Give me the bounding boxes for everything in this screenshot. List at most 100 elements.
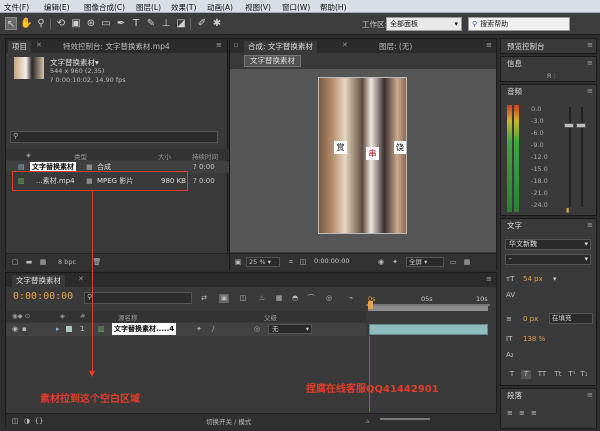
col-header-type[interactable]: 类型 <box>74 151 87 161</box>
bit-depth-label[interactable]: 8 bpc <box>58 258 76 266</box>
eyedropper-icon[interactable]: ▾ <box>553 275 557 283</box>
tab-audio[interactable]: 音频 <box>503 86 526 98</box>
eraser-tool-icon[interactable]: ◪ <box>175 17 187 30</box>
roto-brush-tool-icon[interactable]: ✐ <box>196 17 208 30</box>
menu-effect[interactable]: 效果(T) <box>171 2 196 13</box>
frame-blending-icon[interactable]: ▦ <box>274 294 284 303</box>
table-row[interactable]: ◉ ▪ ▸ 1 ▥ 文字替换素材.....4 ✦ / ◎ 无 ▾ <box>6 323 366 336</box>
font-style-select[interactable]: - ▾ <box>505 254 591 265</box>
camera-tool-icon[interactable]: ▣ <box>70 17 82 30</box>
pan-behind-tool-icon[interactable]: ⊛ <box>85 17 97 30</box>
tab-effect-controls[interactable]: 特效控制台: 文字替换素材.mp4 <box>59 41 174 53</box>
current-time-indicator[interactable] <box>369 336 370 412</box>
panel-menu-icon[interactable]: ≡ <box>587 221 593 229</box>
lock-icon[interactable]: ▫ <box>234 41 239 49</box>
label-swatch-icon[interactable] <box>66 326 72 332</box>
font-family-select[interactable]: 华文新魏 ▾ <box>505 239 591 250</box>
zoom-tool-icon[interactable]: ⚲ <box>35 17 47 30</box>
close-icon[interactable]: ✕ <box>342 41 348 49</box>
tab-layer[interactable]: 图层: (无) <box>375 41 416 53</box>
tab-composition[interactable]: 合成: 文字替换素材 <box>244 41 317 53</box>
expand-layer-icon[interactable]: ▸ <box>56 325 60 333</box>
rotate-tool-icon[interactable]: ⟲ <box>55 17 67 30</box>
text-tool-icon[interactable]: T <box>130 17 142 30</box>
menu-view[interactable]: 视图(V) <box>245 2 271 13</box>
comp-mini-flowchart-icon[interactable]: ⇄ <box>199 294 209 303</box>
tab-character[interactable]: 文字 <box>503 220 526 232</box>
tab-timeline[interactable]: 文字替换素材 <box>12 275 65 287</box>
stroke-width-value[interactable]: 0 px <box>523 315 538 323</box>
work-area-bar[interactable] <box>368 306 488 311</box>
faux-italic-icon[interactable]: T <box>521 370 531 379</box>
layer-switches-icon[interactable]: ◫ <box>10 417 20 426</box>
delete-icon[interactable]: 🗑 <box>92 258 102 267</box>
resolution-select[interactable]: 全屏 ▾ <box>406 257 444 267</box>
close-icon[interactable]: ✕ <box>36 41 42 49</box>
col-header-size[interactable]: 大小 <box>158 151 171 161</box>
help-search-input[interactable]: ⚲ 搜索帮助 <box>468 17 570 31</box>
menu-animation[interactable]: 动画(A) <box>207 2 233 13</box>
mask-visibility-icon[interactable]: ◫ <box>298 258 308 267</box>
panel-menu-icon[interactable]: ≡ <box>587 41 593 49</box>
faux-bold-icon[interactable]: T <box>507 370 517 379</box>
puppet-tool-icon[interactable]: ✱ <box>211 17 223 30</box>
menu-help[interactable]: 帮助(H) <box>320 2 347 13</box>
pickwhip-icon[interactable]: ◎ <box>254 325 260 333</box>
shy-switch-icon[interactable]: ✦ <box>196 325 202 333</box>
font-size-value[interactable]: 54 px <box>523 275 543 283</box>
layer-duration-bar[interactable] <box>369 324 488 335</box>
visibility-eye-icon[interactable]: ◉ <box>12 325 18 333</box>
hide-shy-layers-icon[interactable]: ♨ <box>257 294 267 303</box>
volume-fader-left-handle[interactable] <box>564 123 574 128</box>
col-header-parent[interactable]: 父级 <box>264 312 277 322</box>
parent-select[interactable]: 无 ▾ <box>268 324 312 334</box>
brainstorm-icon[interactable]: ◎ <box>324 294 334 303</box>
tab-paragraph[interactable]: 段落 <box>503 390 526 402</box>
zoom-slider[interactable] <box>380 418 430 420</box>
clone-stamp-tool-icon[interactable]: ⊥ <box>160 17 172 30</box>
in-out-icon[interactable]: {} <box>34 417 44 426</box>
motion-blur-icon[interactable]: ◓ <box>290 294 300 303</box>
zoom-select[interactable]: 25 % ▾ <box>246 257 280 267</box>
small-caps-icon[interactable]: Tt <box>551 370 565 379</box>
new-composition-icon[interactable]: ▦ <box>38 258 48 267</box>
tab-info[interactable]: 信息 <box>503 58 526 70</box>
workspace-select[interactable]: 全部面板 ▾ <box>386 17 462 31</box>
zoom-out-icon[interactable]: ▵ <box>366 417 370 425</box>
interpret-footage-icon[interactable]: ▢ <box>10 258 20 267</box>
all-caps-icon[interactable]: TT <box>535 370 549 379</box>
quality-switch-icon[interactable]: / <box>212 325 214 333</box>
project-search-input[interactable]: ⚲ <box>10 131 218 143</box>
hand-tool-icon[interactable]: ✋ <box>20 17 32 30</box>
transfer-controls-icon[interactable]: ◑ <box>22 417 32 426</box>
camera-snapshot-icon[interactable]: ◉ <box>376 258 386 267</box>
audio-toggle-icon[interactable]: ▪ <box>22 325 27 333</box>
brush-tool-icon[interactable]: ✎ <box>145 17 157 30</box>
panel-menu-icon[interactable]: ≡ <box>587 59 593 67</box>
stroke-mode-select[interactable]: 在填充 <box>549 313 593 324</box>
panel-menu-icon[interactable]: ≡ <box>587 87 593 95</box>
live-update-icon[interactable]: ▣ <box>219 294 229 303</box>
tab-project[interactable]: 项目 <box>8 41 31 53</box>
transparency-grid-icon[interactable]: ▦ <box>462 258 472 267</box>
show-channel-icon[interactable]: ✦ <box>390 258 400 267</box>
panel-menu-icon[interactable]: ≡ <box>587 391 593 399</box>
mask-tool-icon[interactable]: ▭ <box>100 17 112 30</box>
subscript-icon[interactable]: T₁ <box>579 370 589 379</box>
menu-file[interactable]: 文件(F) <box>4 2 29 13</box>
comp-timecode[interactable]: 0:00:00:00 <box>314 257 374 267</box>
superscript-icon[interactable]: T¹ <box>567 370 577 379</box>
time-ruler[interactable]: 0s 05s 10s <box>366 289 490 319</box>
draft-3d-icon[interactable]: ◫ <box>238 294 248 303</box>
graph-toggle-icon[interactable]: ⌁ <box>346 294 356 303</box>
col-header-duration[interactable]: 持续时间 <box>192 151 218 161</box>
layer-name[interactable]: 文字替换素材.....4 <box>112 323 177 335</box>
menu-edit[interactable]: 编辑(E) <box>44 2 70 13</box>
selection-tool-icon[interactable]: ↖ <box>5 17 17 30</box>
toggle-switches-modes-button[interactable]: 切换开关 / 模式 <box>206 416 251 426</box>
panel-menu-icon[interactable]: ≡ <box>486 41 492 49</box>
pen-tool-icon[interactable]: ✒ <box>115 17 127 30</box>
region-of-interest-icon[interactable]: ▭ <box>448 258 458 267</box>
video-frame[interactable] <box>318 77 407 234</box>
col-header-source[interactable]: 源名称 <box>118 312 138 322</box>
